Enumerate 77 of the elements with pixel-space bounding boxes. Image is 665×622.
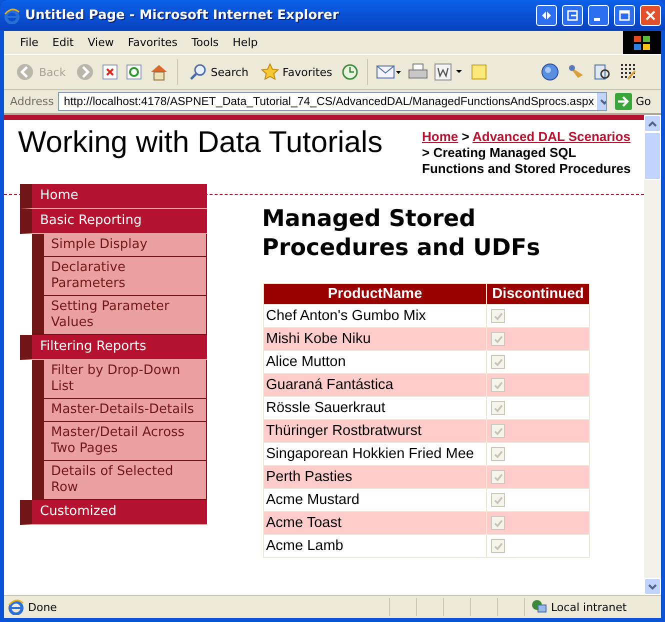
mail-icon[interactable] [376, 63, 402, 81]
history-icon[interactable] [341, 63, 360, 81]
home-icon[interactable] [148, 62, 169, 82]
arrow-icon [614, 93, 632, 110]
maximize-icon [619, 10, 630, 21]
address-label: Address [10, 95, 54, 108]
breadcrumb-link[interactable]: Home [422, 129, 458, 144]
checkmark-icon [494, 542, 502, 550]
refresh-icon[interactable] [124, 63, 143, 81]
window-title: Untitled Page - Microsoft Internet Explorer [25, 8, 340, 23]
back-forward-button[interactable] [536, 5, 557, 26]
go-button[interactable]: Go [610, 93, 655, 110]
breadcrumb-link[interactable]: Advanced DAL Scenarios [472, 129, 630, 144]
edit-icon[interactable] [434, 63, 464, 81]
nav-item[interactable]: Home [20, 184, 207, 209]
caret-up-icon [648, 120, 657, 126]
checkmark-icon [494, 358, 502, 366]
table-cell: Thüringer Rostbratwurst [264, 420, 486, 442]
checkmark-icon [494, 404, 502, 412]
minimize-icon [594, 18, 600, 20]
menu-item[interactable]: Favorites [122, 34, 184, 51]
checkmark-icon [494, 426, 502, 436]
checkmark-icon [494, 450, 502, 458]
checkmark-icon [494, 472, 502, 482]
nav-item[interactable]: Customized [20, 500, 207, 525]
toolbar-button[interactable]: Search [186, 61, 252, 83]
caret-down-icon [648, 584, 657, 590]
nav-item[interactable]: Basic Reporting [20, 209, 207, 234]
toolbar-button[interactable]: Favorites [258, 61, 336, 83]
status-text: Done [28, 600, 58, 614]
search-icon [188, 63, 207, 81]
browser-icon [4, 8, 20, 24]
menu-item[interactable]: View [82, 34, 120, 51]
zone-label: Local intranet [551, 600, 627, 614]
menu-item[interactable]: File [14, 34, 44, 51]
checkmark-icon [494, 496, 502, 504]
scroll-down-button[interactable] [644, 578, 661, 595]
checkmark-icon [494, 334, 502, 344]
flag-logo-icon [632, 34, 652, 52]
close-button[interactable] [640, 5, 661, 26]
scroll-up-button[interactable] [644, 115, 661, 132]
double-arrow-icon [541, 10, 552, 21]
address-field[interactable]: http://localhost:4178/ASPNET_Data_Tutorial_74_CS/AdvancedDAL/ManagedFunctionsAndSprocs.aspx [58, 92, 607, 111]
window-switch-button[interactable] [562, 5, 583, 26]
table-cell: Acme Lamb [264, 534, 486, 558]
note-icon[interactable] [470, 63, 488, 81]
scrollbar-track[interactable] [644, 115, 661, 595]
maximize-button[interactable] [614, 5, 635, 26]
intranet-icon [531, 599, 547, 615]
menu-item[interactable]: Help [226, 34, 264, 51]
minimize-button[interactable] [588, 5, 609, 26]
nav-item[interactable]: Filtering Reports [20, 335, 207, 360]
column-header: Discontinued [486, 284, 590, 304]
print-icon[interactable] [408, 63, 428, 81]
checkmark-icon [494, 380, 502, 390]
table-cell: Acme Toast [264, 512, 486, 534]
column-header: ProductName [264, 284, 486, 304]
table-cell: Perth Pasties [264, 466, 486, 488]
table-cell: Guaraná Fantástica [264, 374, 486, 396]
table-cell: Mishi Kobe Niku [264, 328, 486, 350]
close-icon [645, 10, 656, 21]
menu-item[interactable]: Edit [46, 34, 80, 51]
dotted-grid-icon[interactable] [618, 62, 638, 82]
scroll-thumb[interactable] [644, 132, 661, 180]
checkmark-icon [494, 518, 502, 528]
forward-icon[interactable] [74, 62, 95, 82]
checkmark-icon [494, 312, 502, 320]
star-icon [260, 63, 279, 81]
caret-icon [600, 98, 606, 104]
page-heading: Managed Stored Procedures and UDFs [262, 205, 542, 263]
menu-item[interactable]: Tools [186, 34, 225, 51]
globe-icon[interactable] [540, 62, 560, 82]
status-page-icon [8, 599, 24, 615]
site-title: Working with Data Tutorials [18, 125, 384, 161]
breadcrumb: Home > Advanced DAL Scenarios > Creating Managed SQL Functions and Stored Procedures [422, 129, 632, 177]
window-icon [567, 10, 578, 21]
stop-icon[interactable] [100, 63, 119, 81]
